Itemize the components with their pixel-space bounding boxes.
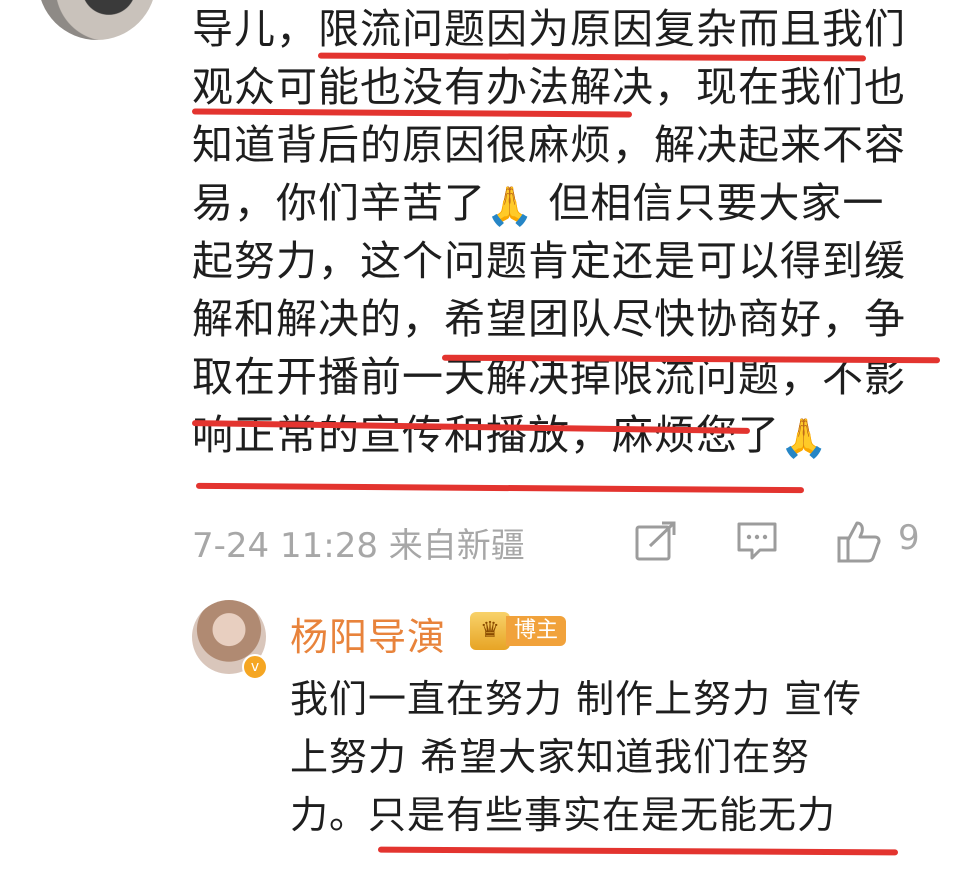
reply-body: 我们一直在努力 制作上努力 宣传 上努力 希望大家知道我们在努 力。只是有些事实… <box>290 670 950 844</box>
reply-line: 力。只是有些事实在是无能无力 <box>290 793 837 837</box>
reply: v 杨阳导演 ♛ 博主 我们一直在努力 制作上努力 宣传 上努力 希望大家知道我… <box>192 600 952 875</box>
comment-line-part: 响正常的宣传和播放，麻烦您了 <box>192 411 780 459</box>
highlight-underline <box>195 482 805 494</box>
pray-emoji-icon: 🙏 <box>780 416 829 460</box>
reply-line: 上努力 希望大家知道我们在努 <box>290 735 811 779</box>
comment-line: 观众可能也没有办法解决，现在我们也 <box>192 63 906 111</box>
like-count: 9 <box>898 518 920 558</box>
comment-line: 解和解决的，希望团队尽快协商好，争 <box>192 295 906 343</box>
verified-icon: v <box>242 654 268 680</box>
comment-time-location: 7-24 11:28 来自新疆 <box>192 526 525 566</box>
comment-line: 导儿，限流问题因为原因复杂而且我们 <box>192 5 906 53</box>
reply-line: 我们一直在努力 制作上努力 宣传 <box>290 677 863 721</box>
commenter-avatar[interactable] <box>38 0 156 40</box>
comment-line: 起努力，这个问题肯定还是可以得到缓 <box>192 237 906 285</box>
crown-icon: ♛ <box>470 612 510 650</box>
comment-line-part: 但相信只要大家一 <box>548 179 885 227</box>
blogger-badge: ♛ 博主 <box>470 612 567 650</box>
comment-line-part: 易，你们辛苦了 <box>192 179 486 227</box>
share-icon[interactable] <box>634 520 678 571</box>
comment-icon[interactable] <box>736 520 778 571</box>
comment-body: 导儿，限流问题因为原因复杂而且我们 观众可能也没有办法解决，现在我们也 知道背后… <box>192 0 912 464</box>
reply-author-name[interactable]: 杨阳导演 <box>290 606 446 661</box>
comment-meta: 7-24 11:28 来自新疆 9 <box>192 510 932 570</box>
like-icon[interactable] <box>836 520 882 573</box>
comment-line: 响正常的宣传和播放，麻烦您了🙏 <box>192 406 912 464</box>
pray-emoji-icon: 🙏 <box>486 184 535 228</box>
comment-line: 易，你们辛苦了🙏 但相信只要大家一 <box>192 174 912 232</box>
comment-line: 知道背后的原因很麻烦，解决起来不容 <box>192 121 906 169</box>
badge-label: 博主 <box>506 616 567 646</box>
